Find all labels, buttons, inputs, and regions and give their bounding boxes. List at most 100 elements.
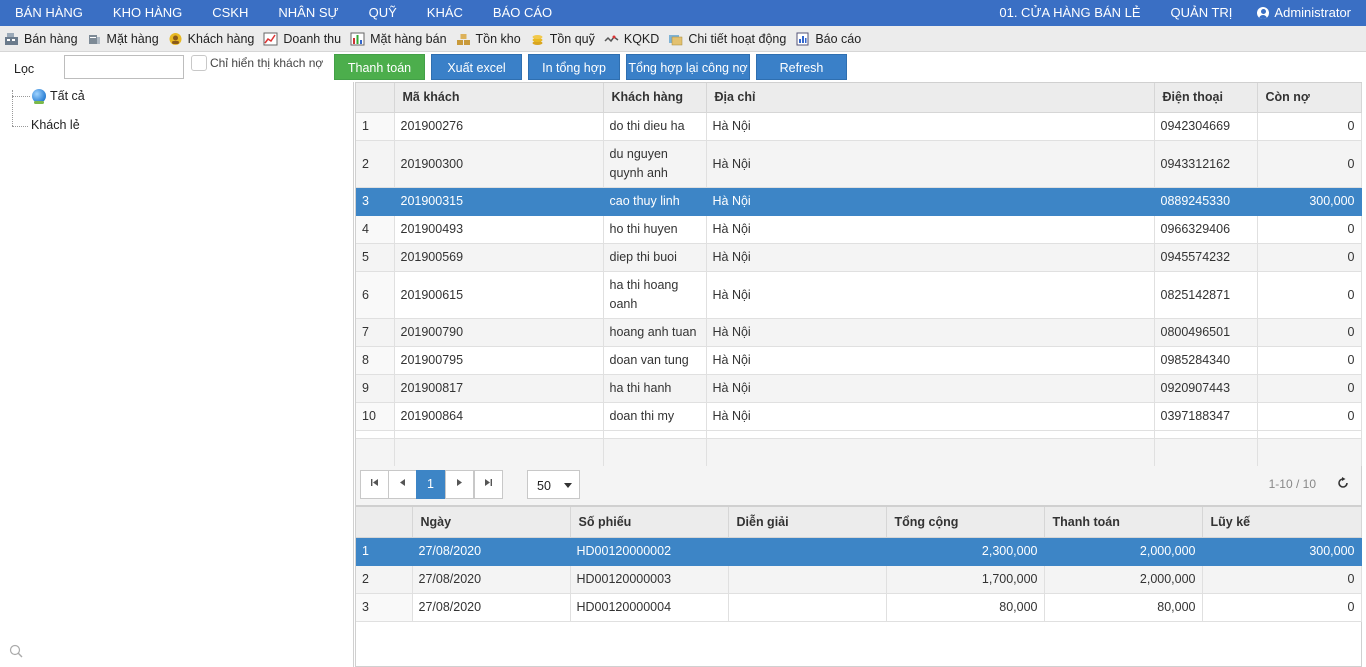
table-row[interactable]: 9 201900817 ha thi hanh Hà Nội 092090744… [356,374,1362,403]
toolbar-activity-detail-label: Chi tiết hoạt động [688,31,787,46]
coins-icon [532,34,543,45]
tree-node-retail[interactable]: Khách lẻ [31,118,80,132]
cash-register-icon [5,32,18,45]
search-icon[interactable] [9,644,23,658]
table-row[interactable]: 4 201900493 ho thi huyen Hà Nội 09663294… [356,215,1362,244]
cell-phone: 0942304669 [1154,112,1258,141]
cell-address: Hà Nội [706,271,1155,319]
nav-right: 01. CỬA HÀNG BÁN LẺ QUẢN TRỊ Administrat… [984,0,1366,26]
first-page-icon [371,479,378,486]
refresh-button[interactable]: Refresh [756,54,847,80]
cell-code: 201900315 [394,187,604,216]
cell-code: 201900817 [394,374,604,403]
spacer-cell [706,430,1155,439]
current-page[interactable]: 1 [416,470,445,499]
recalc-debt-button[interactable]: Tổng hợp lại công nợ [626,54,750,80]
toolbar-products[interactable]: Mặt hàng [87,32,168,46]
col-header-code[interactable]: Mã khách [394,83,604,113]
first-page-button[interactable] [360,470,389,499]
menu-warehouse[interactable]: KHO HÀNG [98,0,197,26]
report-icon [796,32,809,45]
cell-phone: 0889245330 [1154,187,1258,216]
export-excel-button[interactable]: Xuất excel [431,54,522,80]
toolbar-report[interactable]: Báo cáo [795,32,870,46]
main-menu: BÁN HÀNG KHO HÀNG CSKH NHÂN SỰ QUỸ KHÁC … [0,0,567,26]
menu-reports[interactable]: BÁO CÁO [478,0,567,26]
cell-debt: 0 [1257,374,1362,403]
toolbar-stock[interactable]: Tồn kho [456,32,530,46]
table-row[interactable]: 2 27/08/2020 HD00120000003 1,700,000 2,0… [356,565,1362,594]
table-row[interactable]: 3 27/08/2020 HD00120000004 80,000 80,000… [356,593,1362,622]
table-row[interactable]: 6 201900615 ha thi hoang oanh Hà Nội 082… [356,271,1362,319]
cell-name: du nguyen quynh anh [603,140,707,188]
cell-total: 2,300,000 [886,537,1045,566]
table-row[interactable]: 1 201900276 do thi dieu ha Hà Nội 094230… [356,112,1362,141]
toolbar-fund[interactable]: Tồn quỹ [530,32,604,46]
toolbar-business-results[interactable]: KQKD [604,32,668,46]
cell-name: ha thi hanh [603,374,707,403]
col-header-paid[interactable]: Thanh toán [1044,507,1203,538]
last-page-button[interactable] [474,470,503,499]
cell-debt: 0 [1257,346,1362,375]
menu-admin[interactable]: QUẢN TRỊ [1156,0,1248,26]
col-header-index [356,507,413,538]
col-header-phone[interactable]: Điện thoại [1154,83,1258,113]
user-icon [1257,7,1270,19]
cell-code: 201900569 [394,243,604,272]
toolbar-activity-detail[interactable]: Chi tiết hoạt động [668,32,795,46]
col-header-total[interactable]: Tổng cộng [886,507,1045,538]
col-header-voucher[interactable]: Số phiếu [570,507,729,538]
table-row[interactable]: 7 201900790 hoang anh tuan Hà Nội 080049… [356,318,1362,347]
next-page-button[interactable] [445,470,474,499]
toolbar-customers[interactable]: Khách hàng [168,32,264,46]
cell-description [728,565,887,594]
table-row[interactable]: 2 201900300 du nguyen quynh anh Hà Nội 0… [356,140,1362,188]
col-header-debt[interactable]: Còn nợ [1257,83,1362,113]
menu-customer-care[interactable]: CSKH [197,0,263,26]
toolbar-products-sold[interactable]: Mặt hàng bán [350,32,455,46]
cell-cumulative: 300,000 [1202,537,1362,566]
cell-phone: 0920907443 [1154,374,1258,403]
row-index: 8 [356,346,395,375]
filter-input[interactable] [64,55,184,79]
debt-only-checkbox[interactable] [191,55,207,71]
toolbar-revenue[interactable]: Doanh thu [263,32,350,46]
table-row-selected[interactable]: 1 27/08/2020 HD00120000002 2,300,000 2,0… [356,537,1362,566]
filler-cell [1257,438,1362,466]
tree-node-all[interactable]: Tất cả [50,89,85,103]
cell-date: 27/08/2020 [412,537,571,566]
row-index: 2 [356,565,413,594]
cell-phone: 0966329406 [1154,215,1258,244]
col-header-name[interactable]: Khách hàng [603,83,707,113]
col-header-index [356,83,395,113]
table-row[interactable]: 10 201900864 doan thi my Hà Nội 03971883… [356,402,1362,431]
table-row-selected[interactable]: 3 201900315 cao thuy linh Hà Nội 0889245… [356,187,1362,216]
pay-button[interactable]: Thanh toán [334,54,425,80]
menu-staff[interactable]: NHÂN SỰ [263,0,353,26]
toolbar-customers-label: Khách hàng [187,31,255,46]
col-header-cumulative[interactable]: Lũy kế [1202,507,1362,538]
store-selector[interactable]: 01. CỬA HÀNG BÁN LẺ [984,0,1155,26]
page-size-select[interactable]: 50 [527,470,580,499]
refresh-icon[interactable] [1337,477,1349,489]
print-summary-button[interactable]: In tổng hợp [528,54,620,80]
toolbar-sales[interactable]: Bán hàng [4,32,87,46]
col-header-description[interactable]: Diễn giải [728,507,887,538]
cell-paid: 2,000,000 [1044,537,1203,566]
caret-down-icon [564,483,572,488]
prev-page-button[interactable] [388,470,417,499]
menu-sales[interactable]: BÁN HÀNG [0,0,98,26]
table-row[interactable]: 8 201900795 doan van tung Hà Nội 0985284… [356,346,1362,375]
row-index: 2 [356,140,395,188]
cell-code: 201900864 [394,402,604,431]
col-header-date[interactable]: Ngày [412,507,571,538]
cell-address: Hà Nội [706,318,1155,347]
bar-chart-icon [350,32,365,45]
filler-cell [394,438,604,466]
col-header-address[interactable]: Địa chỉ [706,83,1155,113]
menu-fund[interactable]: QUỸ [354,0,412,26]
table-row[interactable]: 5 201900569 diep thi buoi Hà Nội 0945574… [356,243,1362,272]
cell-phone: 0943312162 [1154,140,1258,188]
user-menu[interactable]: Administrator [1247,0,1366,26]
menu-other[interactable]: KHÁC [412,0,478,26]
